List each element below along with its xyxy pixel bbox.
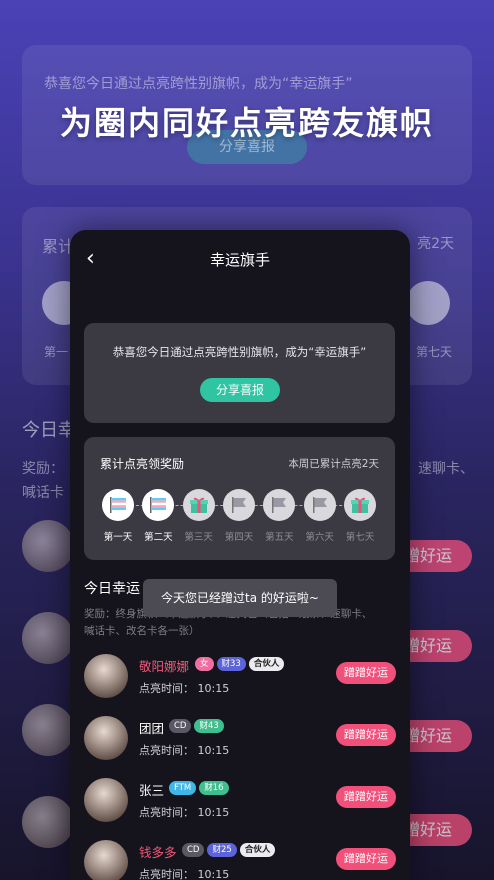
- avatar[interactable]: [84, 716, 128, 760]
- bg-banner-text: 恭喜您今日通过点亮跨性别旗帜，成为“幸运旗手”: [44, 76, 353, 92]
- light-time: 点亮时间： 10:15: [139, 682, 230, 695]
- user-row: 张三 FTM 财16 点亮时间： 10:15 蹭蹭好运: [84, 778, 396, 832]
- bg-reward-line2: 速聊卡、: [418, 461, 474, 477]
- bg-avatar: [22, 704, 74, 756]
- light-time: 点亮时间： 10:15: [139, 744, 230, 757]
- congrats-card: 恭喜您今日通过点亮跨性别旗帜，成为“幸运旗手” 分享喜报: [84, 323, 395, 423]
- day-step: 第二天: [138, 489, 178, 543]
- day-step: 第一天: [98, 489, 138, 543]
- user-row: 钱多多 CD 财25 合伙人 点亮时间： 10:15 蹭蹭好运: [84, 840, 396, 880]
- page-title: 幸运旗手: [209, 251, 270, 269]
- user-badges: 女财33 合伙人: [195, 657, 285, 671]
- day-label: 第六天: [305, 532, 334, 543]
- bg-avatar: [22, 612, 74, 664]
- share-button[interactable]: 分享喜报: [200, 378, 280, 402]
- user-badge: CD: [182, 843, 205, 857]
- gift-luck-button[interactable]: 蹭蹭好运: [336, 786, 396, 808]
- congrats-text: 恭喜您今日通过点亮跨性别旗帜，成为“幸运旗手”: [112, 345, 367, 359]
- bg-day-last: 第七天: [415, 345, 452, 359]
- day-label: 第七天: [345, 532, 375, 543]
- gift-luck-button[interactable]: 蹭蹭好运: [336, 724, 396, 746]
- flag-icon: [223, 489, 255, 521]
- gift-luck-button[interactable]: 蹭蹭好运: [336, 848, 396, 870]
- bg-avatar: [22, 520, 74, 572]
- user-name: 钱多多: [139, 845, 177, 860]
- day-step: 第四天: [219, 489, 259, 543]
- day-step: 第六天: [300, 489, 340, 543]
- bg-stats-right: 亮2天: [417, 236, 454, 252]
- light-time: 点亮时间： 10:15: [139, 806, 230, 819]
- toast-message: 今天您已经蹭过ta 的好运啦~: [143, 579, 337, 617]
- day-label: 第四天: [224, 532, 254, 543]
- user-row: 敬阳娜娜女财33 合伙人点亮时间： 10:15 蹭蹭好运: [84, 654, 396, 708]
- day-step: 第五天: [259, 489, 299, 543]
- bg-avatar: [22, 796, 74, 848]
- user-row: 团团 CD 财43 点亮时间： 10:15 蹭蹭好运: [84, 716, 396, 770]
- user-badges: CD 财43: [169, 719, 224, 733]
- user-name: 张三: [139, 783, 165, 798]
- user-badge: 女: [195, 657, 214, 671]
- day-label: 第二天: [144, 532, 173, 543]
- user-name: 敬阳娜娜: [139, 659, 190, 674]
- flag-icon: [303, 489, 336, 521]
- user-badge: 财25: [207, 843, 237, 857]
- trans-flag-icon: [142, 489, 175, 521]
- user-badge: 合伙人: [239, 843, 276, 857]
- day-label: 第五天: [265, 532, 294, 543]
- day-progress: 第一天 第二天 第三天 第四天 第五天 第六天 第七天: [98, 489, 380, 549]
- flag-icon: [263, 489, 296, 521]
- bg-reward-line3: 喊话卡: [22, 485, 64, 501]
- rewards-card-title: 累计点亮领奖励: [100, 457, 185, 471]
- user-badges: FTM 财16: [169, 781, 229, 795]
- trans-flag-icon: [102, 489, 134, 521]
- light-time: 点亮时间： 10:15: [139, 868, 230, 880]
- user-badge: CD: [169, 719, 192, 733]
- day-step: 第七天: [340, 489, 380, 543]
- day-step: 第三天: [179, 489, 219, 543]
- promo-headline: 为圈内同好点亮跨友旗帜: [59, 104, 434, 142]
- gift-luck-button[interactable]: 蹭蹭好运: [336, 662, 396, 684]
- checkin-rewards-card: 累计点亮领奖励 本周已累计点亮2天 第一天 第二天 第三天 第四天 第五天 第六天 第七天: [84, 437, 395, 560]
- avatar[interactable]: [84, 654, 128, 698]
- nav-bar: ‹ 幸运旗手: [70, 230, 410, 288]
- avatar[interactable]: [84, 840, 128, 880]
- user-badges: CD 财25 合伙人: [182, 843, 276, 857]
- section-title: 今日幸运: [84, 581, 140, 597]
- user-name: 团团: [139, 721, 165, 736]
- weekly-status: 本周已累计点亮2天: [288, 458, 379, 470]
- user-badge: 合伙人: [248, 657, 285, 671]
- gift-box-icon: [182, 489, 215, 521]
- gift-box-icon: [344, 489, 376, 521]
- user-badge: FTM: [169, 781, 197, 795]
- rewards-line-2: 喊话卡、改名卡各一张）: [84, 625, 200, 637]
- user-badge: 财43: [194, 719, 224, 733]
- day-label: 第三天: [184, 532, 213, 543]
- user-badge: 财16: [199, 781, 229, 795]
- day-label: 第一天: [103, 532, 133, 543]
- avatar[interactable]: [84, 778, 128, 822]
- bg-day-circle: [406, 281, 450, 325]
- user-badge: 财33: [216, 657, 246, 671]
- bg-reward-line1: 奖励：: [22, 461, 64, 477]
- bg-day-first: 第一: [44, 345, 69, 359]
- phone-screen: ‹ 幸运旗手 恭喜您今日通过点亮跨性别旗帜，成为“幸运旗手” 分享喜报 累计点亮…: [70, 230, 410, 880]
